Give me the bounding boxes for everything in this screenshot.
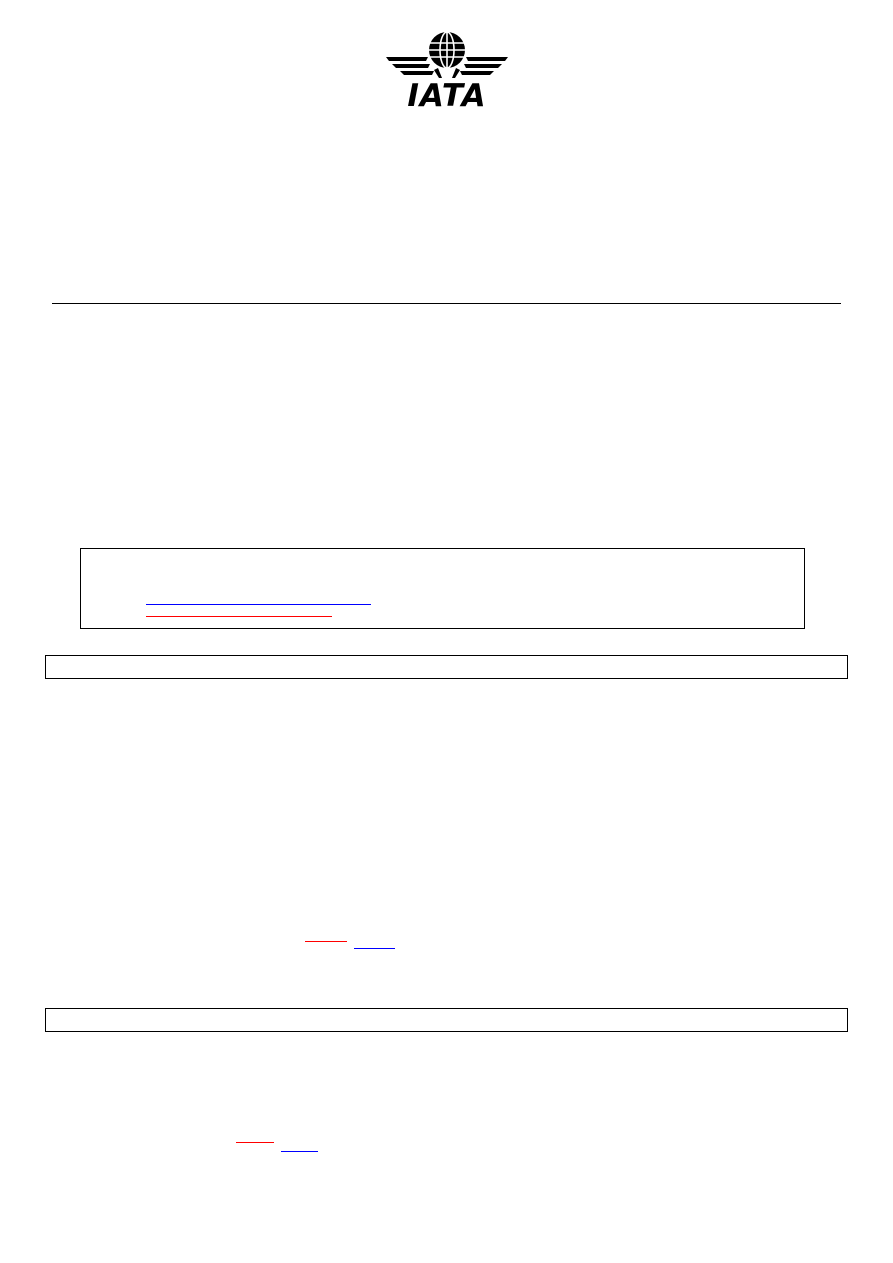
contact-link-primary[interactable] — [146, 604, 371, 605]
section-1-link-blue[interactable] — [354, 948, 395, 949]
section-header-2 — [45, 1008, 848, 1032]
section-1-link-red[interactable] — [305, 941, 347, 942]
section-2-link-blue[interactable] — [281, 1151, 318, 1152]
iata-logo: IATA — [384, 30, 510, 112]
contact-box — [80, 548, 805, 629]
contact-link-secondary[interactable] — [146, 616, 332, 617]
section-header-1 — [45, 655, 848, 679]
iata-wordmark: IATA — [407, 78, 487, 114]
horizontal-rule — [52, 303, 841, 304]
section-2-link-red[interactable] — [236, 1142, 274, 1143]
